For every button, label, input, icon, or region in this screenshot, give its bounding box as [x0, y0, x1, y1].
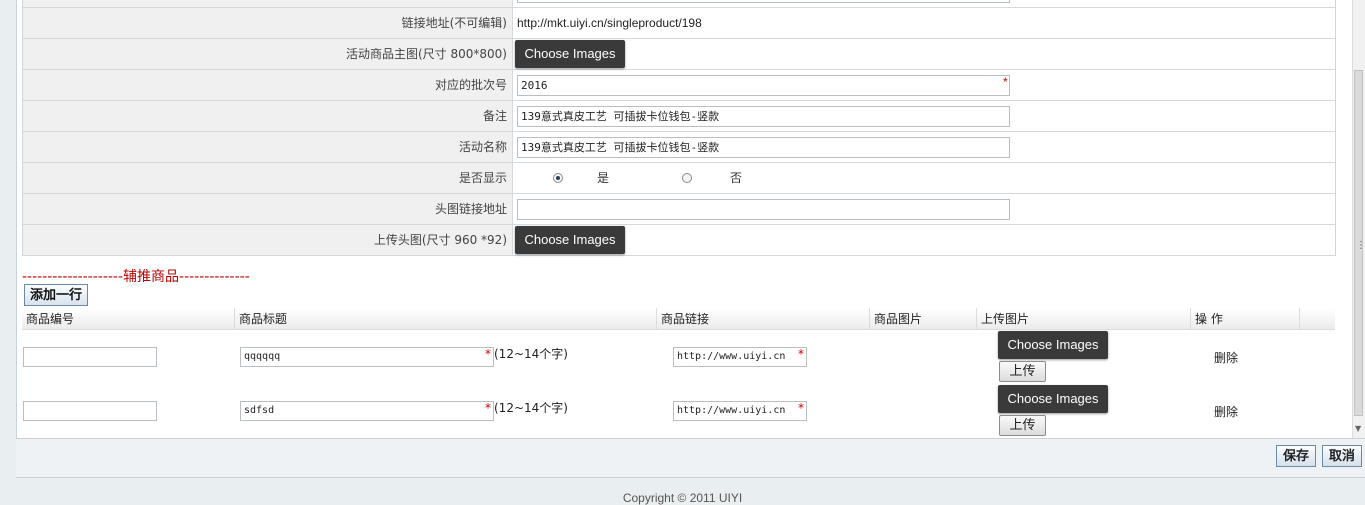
required-mark: * — [485, 347, 491, 361]
product-title-input[interactable]: sdfsd — [240, 401, 494, 421]
upload-button[interactable]: 上传 — [999, 361, 1046, 382]
choose-product-image-button[interactable]: Choose Images — [998, 385, 1108, 413]
copyright: Copyright © 2011 UIYI — [622, 491, 743, 505]
form-row-display: 是否显示 是 否 — [23, 163, 1335, 194]
head-link-label: 头图链接地址 — [23, 194, 513, 224]
form-row-head-link: 头图链接地址 — [23, 194, 1335, 225]
required-mark: * — [1003, 75, 1008, 89]
main-image-label: 活动商品主图(尺寸 800*800) — [23, 39, 513, 69]
upload-button[interactable]: 上传 — [999, 415, 1046, 436]
product-link-input[interactable]: http://www.uiyi.cn — [673, 347, 807, 367]
add-row-button[interactable]: 添加一行 — [24, 284, 88, 306]
action-bar — [16, 438, 1365, 478]
remark-label: 备注 — [23, 101, 513, 131]
partial-input[interactable] — [517, 0, 1010, 3]
choose-main-image-button[interactable]: Choose Images — [515, 40, 625, 68]
link-value: http://mkt.uiyi.cn/singleproduct/198 — [517, 16, 702, 30]
cancel-button[interactable]: 取消 — [1322, 445, 1362, 467]
head-link-input[interactable] — [517, 199, 1010, 220]
choose-head-image-button[interactable]: Choose Images — [515, 226, 625, 254]
title-length-hint: (12~14个字) — [494, 401, 568, 415]
form-row-main-image: 活动商品主图(尺寸 800*800) Choose Images — [23, 39, 1335, 70]
header-link: 商品链接 — [657, 308, 870, 329]
section-title: --------------------辅推商品-------------- — [22, 269, 250, 285]
display-yes-label: 是 — [597, 171, 610, 185]
required-mark: * — [798, 347, 804, 361]
choose-product-image-button[interactable]: Choose Images — [998, 331, 1108, 359]
header-title: 商品标题 — [235, 308, 657, 329]
form-row-partial — [23, 0, 1335, 8]
scroll-grip-icon: ⋮ — [1356, 240, 1365, 251]
title-length-hint: (12~14个字) — [494, 347, 568, 361]
delete-link[interactable]: 删除 — [1214, 403, 1238, 420]
display-no-label: 否 — [730, 171, 743, 185]
remark-input[interactable]: 139意式真皮工艺 可插拔卡位钱包-竖款 — [517, 106, 1010, 127]
form-row-link: 链接地址(不可编辑) http://mkt.uiyi.cn/singleprod… — [23, 8, 1335, 39]
header-actions: 操 作 — [1191, 308, 1300, 329]
form-row-activity-name: 活动名称 139意式真皮工艺 可插拔卡位钱包-竖款 — [23, 132, 1335, 163]
scroll-down-arrow-icon[interactable]: ▼ — [1355, 424, 1361, 433]
activity-name-label: 活动名称 — [23, 132, 513, 162]
table-header: 商品编号 商品标题 商品链接 商品图片 上传图片 操 作 — [22, 308, 1335, 330]
activity-name-input[interactable]: 139意式真皮工艺 可插拔卡位钱包-竖款 — [517, 137, 1010, 158]
head-image-label: 上传头图(尺寸 960 *92) — [23, 225, 513, 255]
display-yes-radio[interactable] — [553, 173, 563, 183]
form-row-batch: 对应的批次号 2016 * — [23, 70, 1335, 101]
batch-label: 对应的批次号 — [23, 70, 513, 100]
header-image: 商品图片 — [870, 308, 977, 329]
product-link-input[interactable]: http://www.uiyi.cn — [673, 401, 807, 421]
display-no-radio[interactable] — [682, 173, 692, 183]
save-button[interactable]: 保存 — [1276, 445, 1316, 467]
link-label: 链接地址(不可编辑) — [23, 8, 513, 38]
product-code-input[interactable] — [23, 347, 157, 367]
product-code-input[interactable] — [23, 401, 157, 421]
header-code: 商品编号 — [22, 308, 235, 329]
required-mark: * — [798, 401, 804, 415]
batch-input[interactable]: 2016 — [517, 75, 1010, 96]
header-upload: 上传图片 — [977, 308, 1191, 329]
form-row-remark: 备注 139意式真皮工艺 可插拔卡位钱包-竖款 — [23, 101, 1335, 132]
display-label: 是否显示 — [23, 163, 513, 193]
delete-link[interactable]: 删除 — [1214, 349, 1238, 366]
form-row-head-image: 上传头图(尺寸 960 *92) Choose Images — [23, 225, 1335, 256]
product-title-input[interactable]: qqqqqq — [240, 347, 494, 367]
activity-form: 链接地址(不可编辑) http://mkt.uiyi.cn/singleprod… — [22, 0, 1336, 256]
required-mark: * — [485, 401, 491, 415]
